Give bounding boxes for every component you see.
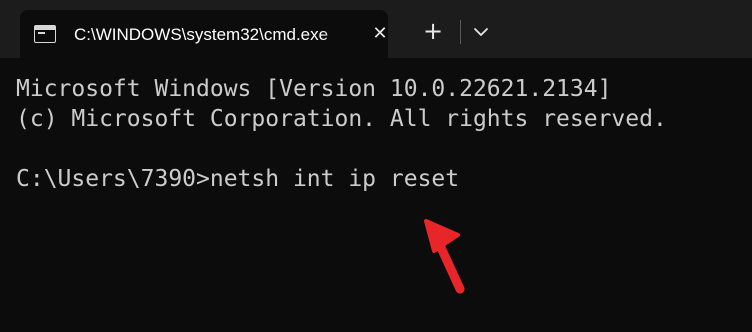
new-tab-button[interactable]: +: [418, 16, 448, 46]
tab-divider: [460, 20, 461, 44]
terminal-line-version: Microsoft Windows [Version 10.0.22621.21…: [16, 76, 612, 102]
red-arrow-icon: [424, 219, 465, 294]
terminal-icon: [34, 25, 56, 43]
chevron-down-icon[interactable]: [470, 20, 492, 44]
title-bar: C:\WINDOWS\system32\cmd.exe ✕ +: [0, 0, 752, 58]
tab-title: C:\WINDOWS\system32\cmd.exe: [74, 25, 329, 44]
close-tab-button[interactable]: ✕: [370, 24, 390, 44]
tab-cmd[interactable]: C:\WINDOWS\system32\cmd.exe ✕: [20, 10, 388, 58]
terminal-output[interactable]: Microsoft Windows [Version 10.0.22621.21…: [0, 58, 752, 332]
terminal-line-copyright: (c) Microsoft Corporation. All rights re…: [16, 106, 667, 132]
terminal-command-line: C:\Users\7390>netsh int ip reset: [16, 166, 460, 192]
